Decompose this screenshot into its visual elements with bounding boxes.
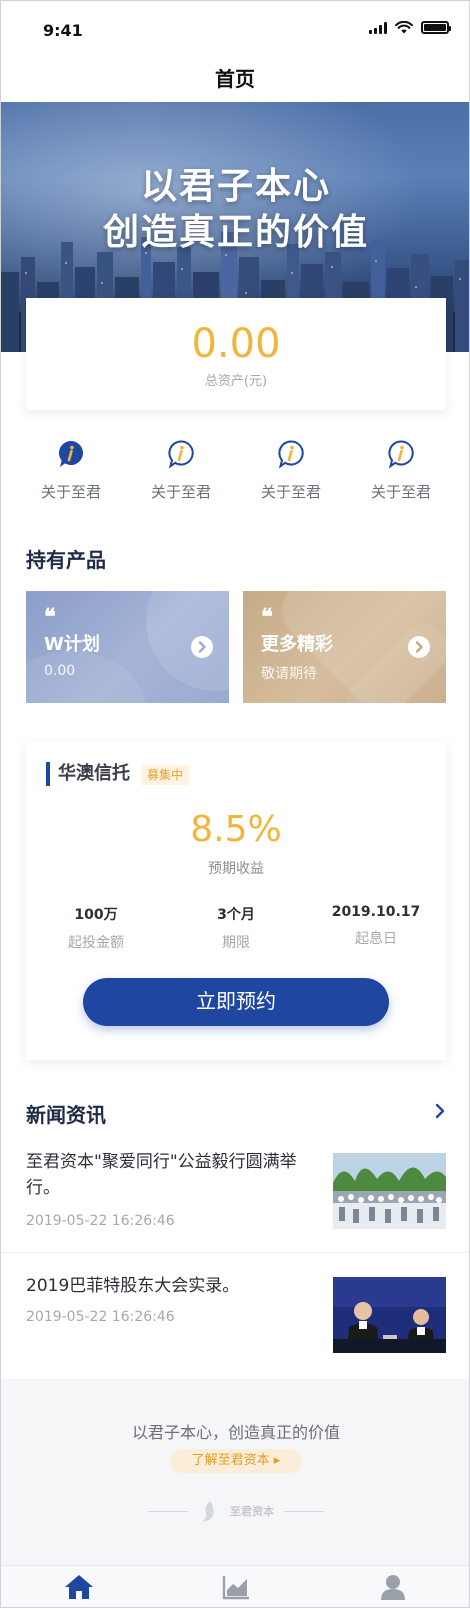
reserve-button[interactable]: 立即预约 [83,978,389,1026]
quote-icon: ❝ [261,604,273,630]
status-bar: 9:41 [1,1,469,56]
stat-label: 期限 [222,935,250,951]
app-screen: 9:41 首页 以君子本心 创造真正的价值 0.00 总资产(元) 关于至君 关… [0,0,470,1608]
news-item[interactable]: 至君资本"聚爱同行"公益毅行圆满举行。 2019-05-22 16:26:46 [26,1149,446,1229]
wifi-icon [395,21,413,34]
news-thumbnail-image [333,1277,446,1353]
chevron-right-icon[interactable] [433,1101,447,1121]
product-subtitle: 0.00 [44,663,76,679]
news-item[interactable]: 2019巴菲特股东大会实录。 2019-05-22 16:26:46 [26,1273,446,1353]
total-asset-label: 总资产(元) [204,374,268,389]
news-thumbnail-image [333,1153,446,1229]
news-section-title: 新闻资讯 [26,1103,106,1127]
page-title: 首页 [215,67,255,91]
stat-term: 3个月 期限 [166,904,306,952]
chevron-right-icon [408,636,430,658]
product-title: W计划 [44,634,100,655]
banner-slogan: 以君子本心 创造真正的价值 [1,164,469,256]
expected-return-value: 8.5% [190,809,282,850]
info-icon [168,440,194,469]
user-icon [380,1575,405,1600]
divider [1,1252,469,1253]
stat-label: 起息日 [355,931,397,947]
quick-link-about-1[interactable]: 关于至君 [16,439,126,502]
quick-link-label: 关于至君 [40,483,101,501]
tab-home[interactable] [1,1566,158,1607]
quick-link-label: 关于至君 [150,483,211,501]
quick-link-about-2[interactable]: 关于至君 [126,439,236,502]
quote-icon: ❝ [44,604,56,630]
info-icon [58,440,83,467]
quick-link-about-3[interactable]: 关于至君 [236,439,346,502]
banner-line-1: 以君子本心 [140,166,331,207]
quick-link-about-4[interactable]: 关于至君 [346,439,456,502]
news-title: 2019巴菲特股东大会实录。 [26,1276,240,1296]
footer-slogan: 以君子本心，创造真正的价值 [131,1423,340,1442]
logo-text: 至君资本 [230,1505,274,1518]
tab-bar [1,1565,469,1607]
stat-value-date: 2019.10.17 起息日 [306,904,446,952]
news-date: 2019-05-22 16:26:46 [26,1309,175,1325]
info-icon [388,440,414,469]
product-title: 更多精彩 [261,634,333,655]
trust-product-card[interactable]: 华澳信托 募集中 8.5% 预期收益 100万 起投金额 3个月 期限 2019… [26,742,446,1060]
chart-icon [222,1576,249,1600]
about-company-link[interactable]: 了解至君资本 ▸ [170,1449,302,1473]
stat-label: 起投金额 [68,935,124,951]
status-time: 9:41 [43,21,83,40]
title-accent-bar [46,762,50,786]
company-logo: 至君资本 [1,1499,469,1523]
stat-value: 3个月 [217,907,255,923]
quick-link-label: 关于至君 [260,483,321,501]
product-card-more[interactable]: ❝ 更多精彩 敬请期待 [243,591,446,703]
footer: 以君子本心，创造真正的价值 了解至君资本 ▸ 至君资本 [1,1379,469,1565]
status-icons [369,21,451,34]
product-subtitle: 敬请期待 [261,666,317,682]
info-icon [278,440,304,469]
nav-bar: 首页 [1,56,469,102]
quick-link-label: 关于至君 [370,483,431,501]
expected-return-label: 预期收益 [208,861,264,877]
total-asset-value: 0.00 [191,321,281,367]
banner-line-2: 创造真正的价值 [102,212,369,253]
trust-product-title: 华澳信托 [58,763,130,784]
logo-mark-icon [202,1501,214,1522]
holdings-section-title: 持有产品 [26,548,106,572]
news-title: 至君资本"聚爱同行"公益毅行圆满举行。 [26,1152,297,1198]
signal-icon [369,21,387,34]
chevron-right-icon [191,636,213,658]
stat-value: 100万 [74,907,118,923]
stat-min-investment: 100万 起投金额 [26,904,166,952]
status-badge: 募集中 [141,765,190,785]
quick-links: 关于至君 关于至君 关于至君 关于至君 [16,439,456,502]
tab-market[interactable] [158,1566,315,1607]
trust-stats: 100万 起投金额 3个月 期限 2019.10.17 起息日 [26,904,446,952]
news-date: 2019-05-22 16:26:46 [26,1213,175,1229]
battery-icon [421,21,451,34]
total-asset-card[interactable]: 0.00 总资产(元) [26,298,446,410]
product-card-w-plan[interactable]: ❝ W计划 0.00 [26,591,229,703]
home-icon [65,1575,94,1599]
tab-profile[interactable] [314,1566,469,1607]
stat-value: 2019.10.17 [331,904,421,920]
